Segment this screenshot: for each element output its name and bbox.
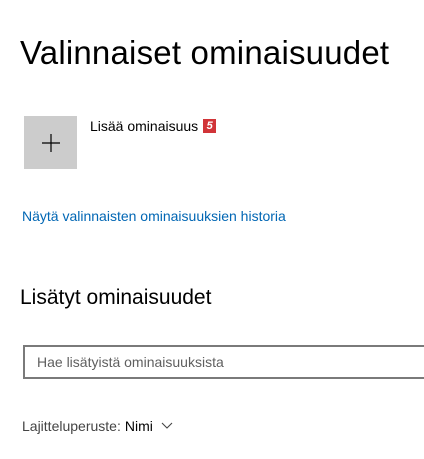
add-feature-row: Lisää ominaisuus 5 <box>24 116 217 169</box>
page-title: Valinnaiset ominaisuudet <box>20 34 390 71</box>
plus-icon <box>41 133 61 153</box>
optional-features-page: Valinnaiset ominaisuudet Lisää ominaisuu… <box>0 0 424 459</box>
search-input[interactable] <box>25 347 424 377</box>
installed-features-heading: Lisätyt ominaisuudet <box>20 286 212 309</box>
sort-dropdown[interactable]: Lajitteluperuste: Nimi <box>22 417 173 435</box>
sort-value: Nimi <box>124 418 153 434</box>
add-feature-label-group: Lisää ominaisuus 5 <box>90 118 217 134</box>
search-box <box>23 345 424 379</box>
feature-history-link[interactable]: Näytä valinnaisten ominaisuuksien histor… <box>22 207 286 225</box>
add-feature-label[interactable]: Lisää ominaisuus <box>90 118 198 134</box>
chevron-down-icon <box>161 422 173 430</box>
step-badge: 5 <box>203 119 217 133</box>
add-feature-button[interactable] <box>24 116 77 169</box>
sort-label: Lajitteluperuste: <box>22 418 121 434</box>
